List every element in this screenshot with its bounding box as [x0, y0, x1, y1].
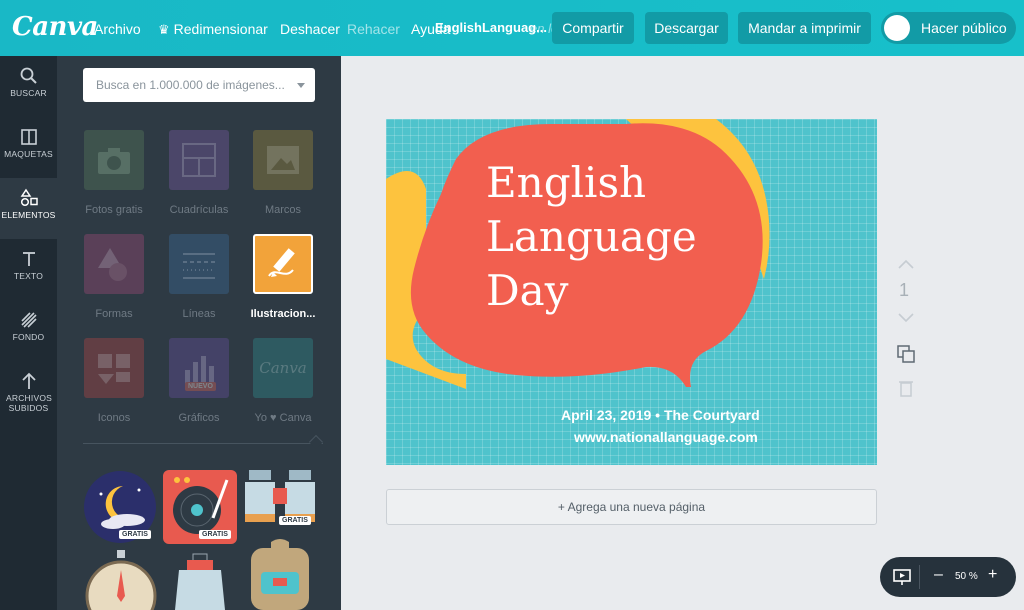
add-page-button[interactable]: + Agrega una nueva página — [386, 489, 877, 525]
category-label: Líneas — [182, 308, 216, 320]
nav-label: ARCHIVOS SUBIDOS — [6, 393, 52, 413]
lines-icon — [183, 253, 215, 279]
menu-redimensionar-label: Redimensionar — [173, 21, 268, 37]
icons-icon — [98, 354, 130, 384]
share-button[interactable]: Compartir — [552, 12, 634, 44]
free-badge: GRATIS — [199, 530, 231, 539]
category-label: Cuadrículas — [169, 204, 229, 216]
nav-buscar[interactable]: BUSCAR — [0, 56, 57, 117]
upload-icon — [21, 372, 36, 389]
category-graficos[interactable]: NUEVO — [169, 338, 229, 398]
canva-icon: Canva — [259, 359, 307, 377]
make-public-toggle[interactable]: Hacer público — [881, 12, 1016, 44]
category-lineas[interactable] — [169, 234, 229, 294]
category-label: Ilustracion... — [250, 308, 316, 320]
compass-illustration[interactable] — [83, 550, 159, 610]
category-fotos-gratis[interactable] — [84, 130, 144, 190]
new-badge: NUEVO — [185, 382, 216, 391]
image-search-input[interactable]: Busca en 1.000.000 de imágenes... — [83, 68, 315, 102]
nav-fondo[interactable]: FONDO — [0, 300, 57, 361]
free-badge: GRATIS — [119, 530, 151, 539]
top-toolbar: Canva Archivo ♛ Redimensionar Deshacer Re… — [0, 0, 1024, 56]
category-cuadriculas[interactable] — [169, 130, 229, 190]
headline-line[interactable]: Day — [486, 264, 568, 318]
nav-elementos[interactable]: ELEMENTOS — [0, 178, 57, 239]
category-label: Gráficos — [178, 412, 220, 424]
layout-icon — [20, 129, 37, 145]
headline-line[interactable]: English — [486, 156, 646, 210]
headline-line[interactable]: Language — [486, 210, 697, 264]
menu-rehacer[interactable]: Rehacer — [347, 21, 400, 37]
category-label: Fotos gratis — [85, 204, 143, 216]
present-icon[interactable] — [892, 568, 912, 586]
search-icon — [20, 67, 37, 84]
design-canvas[interactable]: English Language Day April 23, 2019 • Th… — [386, 119, 877, 465]
grid-icon — [182, 143, 216, 177]
nav-label: MAQUETAS — [4, 149, 53, 159]
zoom-out-button[interactable]: – — [934, 566, 943, 584]
category-marcos[interactable] — [253, 130, 313, 190]
category-label: Formas — [95, 308, 133, 320]
nav-label: TEXTO — [13, 271, 44, 281]
page-number: 1 — [899, 280, 910, 300]
lantern-illustration[interactable] — [165, 550, 235, 610]
print-button[interactable]: Mandar a imprimir — [738, 12, 871, 44]
background-icon — [20, 312, 37, 328]
compass-icon — [85, 550, 157, 610]
collapse-chevron-icon[interactable] — [308, 434, 324, 450]
free-badge: GRATIS — [279, 516, 311, 525]
elements-panel: Busca en 1.000.000 de imágenes... Fotos … — [57, 56, 341, 610]
turntable-illustration[interactable]: GRATIS — [163, 470, 237, 544]
shapes-icon — [20, 188, 38, 207]
canva-logo[interactable]: Canva — [12, 12, 98, 42]
pencil-icon — [268, 248, 295, 277]
zoom-in-button[interactable]: + — [988, 566, 997, 584]
category-label: Iconos — [97, 412, 131, 424]
move-down-icon[interactable] — [897, 312, 915, 324]
zoom-level[interactable]: 50 % — [955, 571, 978, 582]
camera-icon — [98, 148, 130, 174]
nav-maquetas[interactable]: MAQUETAS — [0, 117, 57, 178]
website-text[interactable]: www.nationallanguage.com — [574, 429, 758, 445]
backpack-illustration[interactable] — [243, 538, 317, 610]
menu-deshacer[interactable]: Deshacer — [280, 21, 340, 37]
search-placeholder: Busca en 1.000.000 de imágenes... — [96, 78, 285, 92]
trash-icon[interactable] — [897, 378, 915, 398]
menu-archivo[interactable]: Archivo — [94, 21, 141, 37]
category-iconos[interactable] — [84, 338, 144, 398]
chevron-down-icon[interactable] — [297, 83, 305, 88]
backpack-icon — [251, 539, 309, 610]
text-icon — [22, 252, 35, 266]
category-formas[interactable] — [84, 234, 144, 294]
category-label: Yo ♥ Canva — [254, 412, 312, 424]
nav-archivos-subidos[interactable]: ARCHIVOS SUBIDOS — [0, 361, 57, 433]
nav-label: BUSCAR — [10, 88, 47, 98]
download-button[interactable]: Descargar — [645, 12, 728, 44]
event-details-text[interactable]: April 23, 2019 • The Courtyard — [561, 407, 760, 423]
category-label: Marcos — [264, 204, 302, 216]
nav-texto[interactable]: TEXTO — [0, 239, 57, 300]
shapes-icon — [98, 248, 127, 281]
frame-icon — [267, 146, 299, 174]
make-public-label: Hacer público — [921, 20, 1007, 36]
left-sidebar: BUSCAR MAQUETAS ELEMENTOS TEXTO FONDO AR… — [0, 56, 57, 610]
binoculars-illustration[interactable]: GRATIS — [243, 470, 317, 544]
menu-redimensionar[interactable]: ♛ Redimensionar — [158, 21, 268, 38]
move-up-icon[interactable] — [897, 258, 915, 270]
crown-icon: ♛ — [158, 22, 170, 37]
nav-label: FONDO — [12, 332, 45, 342]
category-yo-canva[interactable]: Canva — [253, 338, 313, 398]
nav-label: ELEMENTOS — [1, 210, 56, 220]
panel-divider — [83, 443, 323, 444]
category-ilustraciones[interactable] — [253, 234, 313, 294]
lantern-icon — [175, 553, 225, 610]
svg-text:Canva: Canva — [259, 359, 307, 377]
night-moon-illustration[interactable]: GRATIS — [83, 470, 157, 544]
toggle-knob — [884, 15, 910, 41]
zoom-separator — [919, 565, 920, 589]
zoom-controls: – 50 % + — [880, 557, 1016, 597]
duplicate-page-icon[interactable] — [896, 344, 916, 364]
